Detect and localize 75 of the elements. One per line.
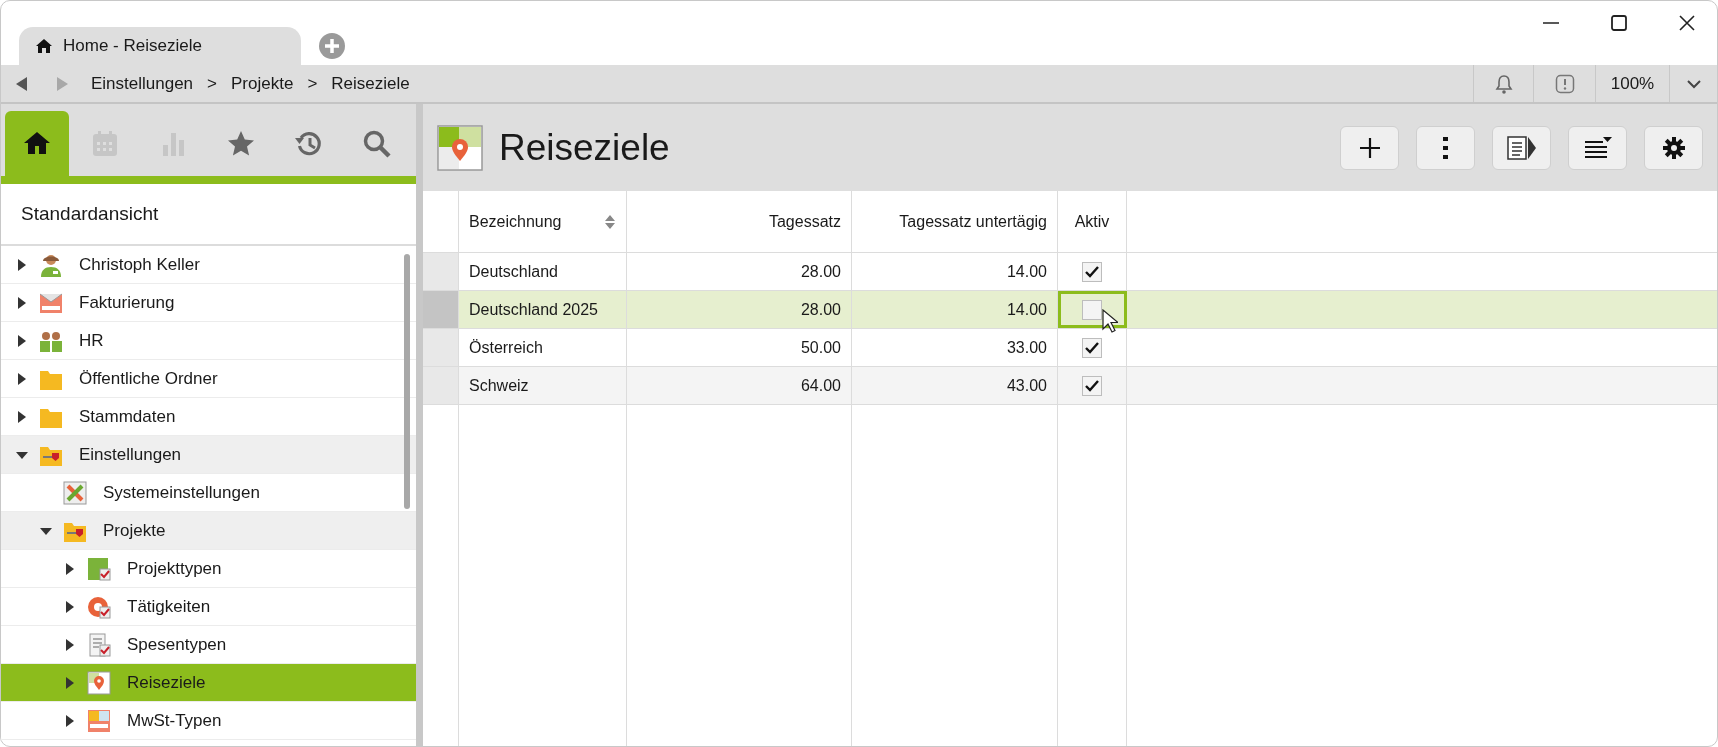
bell-icon[interactable]	[1494, 73, 1513, 94]
home-icon	[35, 38, 53, 54]
expand-arrow-icon	[16, 296, 28, 309]
checkbox[interactable]	[1082, 261, 1102, 282]
view-title: Standardansicht	[21, 201, 159, 226]
zoom-level[interactable]: 100%	[1610, 70, 1655, 97]
vertical-dots-icon	[1442, 136, 1449, 159]
column-header[interactable]: Tagessatz	[627, 191, 852, 252]
details-button[interactable]	[1492, 125, 1551, 170]
checkbox[interactable]	[1082, 375, 1102, 396]
list-dropdown-icon	[1582, 135, 1613, 160]
expand-arrow-icon	[64, 638, 76, 651]
document-arrow-icon	[1506, 135, 1537, 160]
page-title: Reiseziele	[499, 125, 670, 170]
activity-check-icon	[87, 594, 111, 619]
wrench-screwdriver-icon	[63, 480, 87, 505]
tree-item[interactable]: Projekte	[1, 512, 416, 550]
expand-arrow-icon	[16, 410, 28, 423]
close-icon[interactable]	[1677, 13, 1697, 33]
checkbox[interactable]	[1082, 299, 1102, 320]
plus-icon	[1358, 136, 1381, 159]
table-cell-text: 33.00	[1006, 337, 1047, 358]
column-header[interactable]: Aktiv	[1058, 191, 1127, 252]
settings-button[interactable]	[1644, 125, 1703, 170]
map-pin-icon	[437, 124, 483, 171]
more-button[interactable]	[1416, 125, 1475, 170]
breadcrumb-link[interactable]: Einstellungen	[91, 70, 194, 97]
table-cell-text: 28.00	[800, 299, 841, 320]
project-check-icon	[87, 556, 111, 581]
checkbox[interactable]	[1082, 337, 1102, 358]
table-cell-text: 64.00	[800, 375, 841, 396]
breadcrumb-link[interactable]: Projekte	[231, 70, 294, 97]
tax-table-icon	[87, 708, 111, 733]
breadcrumb-link[interactable]: Reiseziele	[331, 70, 410, 97]
expand-arrow-icon	[16, 372, 28, 385]
sidebar-tab[interactable]	[5, 111, 69, 176]
expand-arrow-icon	[64, 714, 76, 727]
table-cell-text: 14.00	[1006, 299, 1047, 320]
calendar-icon	[90, 128, 120, 159]
checkmark-icon	[1085, 265, 1099, 278]
expand-arrow-icon	[64, 600, 76, 613]
maximize-icon[interactable]	[1609, 13, 1629, 33]
expand-arrow-icon	[16, 334, 28, 347]
expand-arrow-icon	[64, 562, 76, 575]
table-cell-text: 43.00	[1006, 375, 1047, 396]
alert-icon[interactable]	[1554, 73, 1575, 94]
scrollbar-thumb[interactable]	[404, 254, 410, 509]
back-arrow-icon[interactable]	[15, 75, 29, 92]
checkmark-icon	[1085, 341, 1099, 354]
table-cell-text: Deutschland 2025	[469, 299, 598, 320]
expand-arrow-icon	[16, 258, 28, 271]
tree-item[interactable]: Einstellungen	[1, 436, 416, 474]
expand-arrow-icon	[64, 676, 76, 689]
table-cell-text: 28.00	[800, 261, 841, 282]
sort-icon	[604, 213, 616, 230]
person-icon	[39, 252, 63, 277]
column-header[interactable]: Tagessatz untertägig	[852, 191, 1058, 252]
column-header[interactable]: Bezeichnung	[459, 191, 627, 252]
table-cell-text: 50.00	[800, 337, 841, 358]
map-pin-icon	[87, 670, 111, 695]
add-button[interactable]	[1340, 125, 1399, 170]
checkmark-icon	[1085, 379, 1099, 392]
table-cell-text: Österreich	[469, 337, 543, 358]
tree-item[interactable]: Reiseziele	[1, 664, 416, 702]
sort-menu-button[interactable]	[1568, 125, 1627, 170]
add-tab-icon[interactable]	[319, 33, 345, 59]
breadcrumb-separator: >	[207, 72, 217, 95]
receipt-check-icon	[87, 632, 111, 657]
table-cell-text: Deutschland	[469, 261, 558, 282]
search-icon	[362, 128, 392, 159]
breadcrumb-separator: >	[307, 72, 318, 95]
table-cell-text: 14.00	[1006, 261, 1047, 282]
table-cell-text: Schweiz	[469, 375, 529, 396]
document-tab[interactable]: Home - Reiseziele	[19, 27, 301, 65]
chevron-down-icon[interactable]	[1685, 78, 1702, 89]
